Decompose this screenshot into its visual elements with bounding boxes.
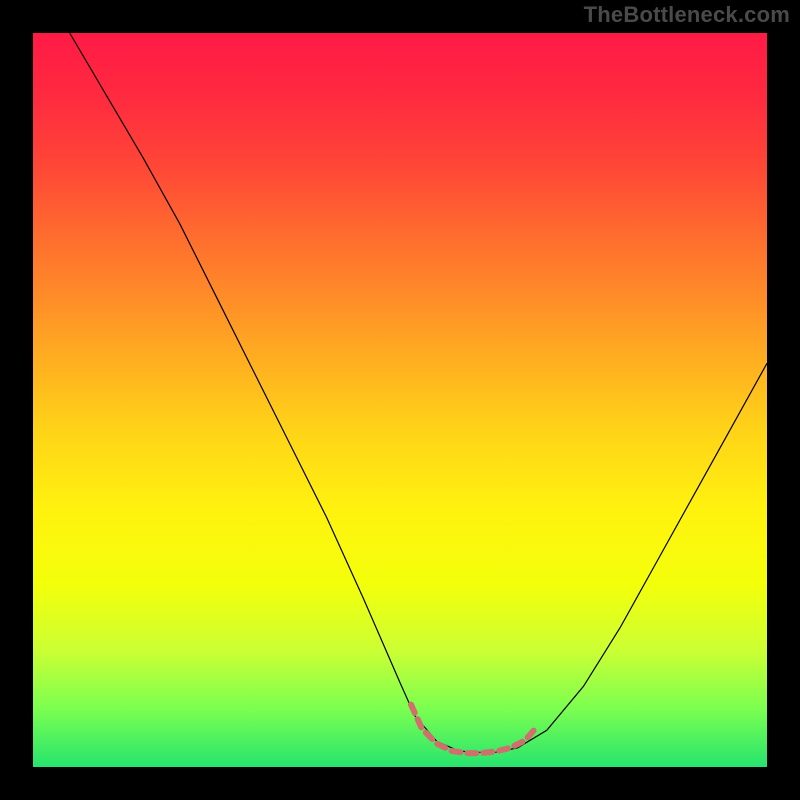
chart-frame: TheBottleneck.com (0, 0, 800, 800)
plot-background (33, 33, 767, 767)
chart-svg (33, 33, 767, 767)
watermark-text: TheBottleneck.com (584, 2, 790, 28)
bottom-segment-line (411, 705, 536, 754)
curve-line (70, 33, 767, 752)
